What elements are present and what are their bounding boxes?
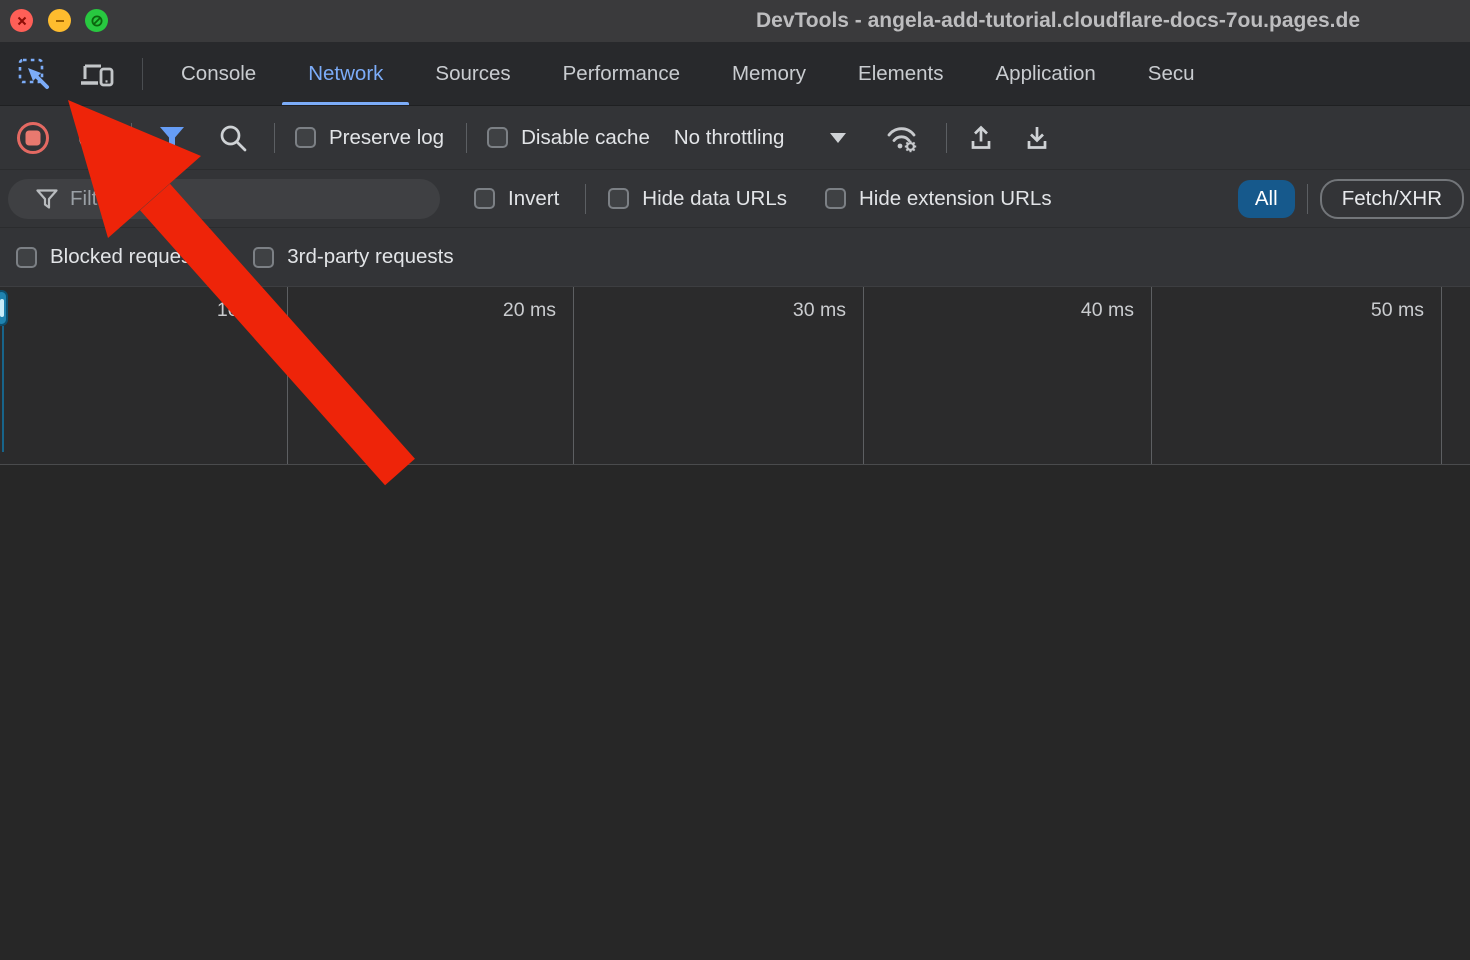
- third-party-requests-checkbox[interactable]: [253, 247, 274, 268]
- hide-extension-urls-checkbox[interactable]: [825, 188, 846, 209]
- invert-group[interactable]: Invert: [474, 187, 559, 211]
- preserve-log-label[interactable]: Preserve log: [329, 126, 444, 150]
- toolbar-separator: [1307, 184, 1308, 214]
- timeline-overview[interactable]: 10 ms 20 ms 30 ms 40 ms 50 ms: [0, 286, 1470, 465]
- request-type-all-chip[interactable]: All: [1238, 180, 1295, 218]
- timeline-gridline: [573, 287, 574, 464]
- disable-cache-checkbox[interactable]: [487, 127, 508, 148]
- export-har-icon[interactable]: [1023, 123, 1051, 153]
- toolbar-separator: [585, 184, 586, 214]
- hide-data-urls-checkbox[interactable]: [608, 188, 629, 209]
- throttling-value[interactable]: No throttling: [674, 126, 785, 150]
- hide-data-urls-label[interactable]: Hide data URLs: [642, 187, 787, 211]
- toolbar-separator: [131, 123, 132, 153]
- third-party-requests-group[interactable]: 3rd-party requests: [253, 245, 453, 269]
- blocked-requests-checkbox[interactable]: [16, 247, 37, 268]
- timeline-tick-label: 10 ms: [160, 299, 270, 322]
- timeline-tick-label: 50 ms: [1314, 299, 1424, 322]
- preserve-log-group[interactable]: Preserve log: [295, 126, 444, 150]
- inspect-icon[interactable]: [16, 56, 52, 92]
- timeline-scrubber-handle[interactable]: [0, 290, 8, 326]
- timeline-gridline: [1441, 287, 1442, 464]
- tab-performance[interactable]: Performance: [537, 42, 706, 105]
- toolbar-separator: [274, 123, 275, 153]
- window-title: DevTools - angela-add-tutorial.cloudflar…: [756, 0, 1360, 42]
- third-party-requests-label[interactable]: 3rd-party requests: [287, 245, 453, 269]
- tabbar-separator: [142, 58, 143, 90]
- preserve-log-checkbox[interactable]: [295, 127, 316, 148]
- tab-console[interactable]: Console: [155, 42, 282, 105]
- active-tab-underline: [282, 102, 409, 105]
- timeline-gridline: [1151, 287, 1152, 464]
- invert-label[interactable]: Invert: [508, 187, 559, 211]
- timeline-gridline: [863, 287, 864, 464]
- network-panel-empty: Recordi Perform a request: [0, 465, 1470, 960]
- throttling-select[interactable]: No throttling: [674, 126, 847, 150]
- chevron-down-icon: [830, 133, 846, 143]
- search-icon[interactable]: [218, 123, 248, 153]
- timeline-scrubber-line: [2, 326, 4, 452]
- panel-tabs: Console Network Sources Performance Memo…: [155, 42, 1221, 105]
- tab-application[interactable]: Application: [970, 42, 1122, 105]
- disable-cache-group[interactable]: Disable cache: [487, 126, 650, 150]
- minimize-button[interactable]: [48, 9, 71, 32]
- device-toolbar-icon[interactable]: [78, 56, 116, 92]
- invert-checkbox[interactable]: [474, 188, 495, 209]
- filter-input[interactable]: [8, 179, 440, 219]
- timeline-tick-label: 20 ms: [446, 299, 556, 322]
- hide-extension-urls-group[interactable]: Hide extension URLs: [825, 187, 1052, 211]
- devtools-window: DevTools - angela-add-tutorial.cloudflar…: [0, 0, 1470, 960]
- titlebar: DevTools - angela-add-tutorial.cloudflar…: [0, 0, 1470, 42]
- filter-input-wrap: [8, 179, 440, 219]
- filter-toolbar: Invert Hide data URLs Hide extension URL…: [0, 170, 1470, 228]
- blocked-requests-group[interactable]: Blocked requests: [16, 245, 207, 269]
- request-filter-row: Blocked requests 3rd-party requests: [0, 228, 1470, 286]
- toolbar-separator: [466, 123, 467, 153]
- blocked-requests-label[interactable]: Blocked requests: [50, 245, 207, 269]
- close-button[interactable]: [10, 9, 33, 32]
- hide-extension-urls-label[interactable]: Hide extension URLs: [859, 187, 1052, 211]
- tab-memory[interactable]: Memory: [706, 42, 832, 105]
- disable-cache-label[interactable]: Disable cache: [521, 126, 650, 150]
- network-toolbar: Preserve log Disable cache No throttling: [0, 106, 1470, 170]
- tab-sources[interactable]: Sources: [409, 42, 536, 105]
- devtools-tabbar: Console Network Sources Performance Memo…: [0, 42, 1470, 106]
- network-conditions-icon[interactable]: [884, 122, 922, 154]
- timeline-tick-label: 40 ms: [1024, 299, 1134, 322]
- tab-elements[interactable]: Elements: [832, 42, 969, 105]
- tab-security[interactable]: Secu: [1122, 42, 1221, 105]
- timeline-gridline: [287, 287, 288, 464]
- zoom-button[interactable]: [85, 9, 108, 32]
- stop-recording-icon[interactable]: [15, 120, 51, 156]
- filter-funnel-icon[interactable]: [158, 125, 186, 151]
- toolbar-separator: [946, 123, 947, 153]
- scrubber-grip: [0, 299, 4, 317]
- tab-network[interactable]: Network: [282, 42, 409, 105]
- request-type-fetch-xhr-chip[interactable]: Fetch/XHR: [1320, 179, 1464, 219]
- clear-icon[interactable]: [77, 123, 107, 153]
- hide-data-urls-group[interactable]: Hide data URLs: [608, 187, 787, 211]
- timeline-tick-label: 30 ms: [736, 299, 846, 322]
- import-har-icon[interactable]: [967, 123, 995, 153]
